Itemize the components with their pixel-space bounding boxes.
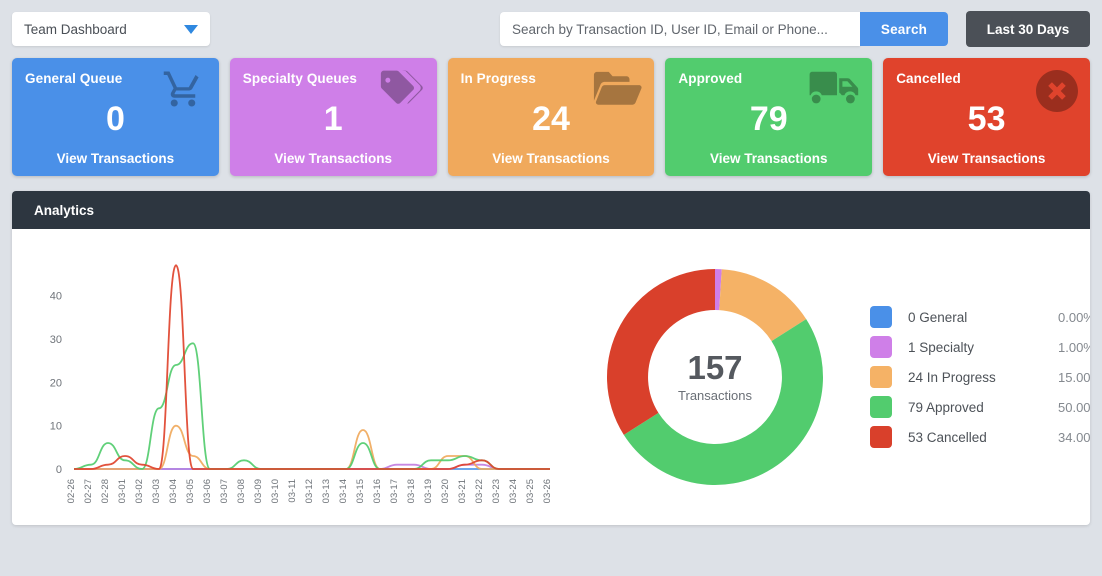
analytics-panel: Analytics 0 10 20 30 40 02-26 02-27 02-28 03-01 0… — [12, 191, 1090, 525]
svg-text:03-02: 03-02 — [134, 479, 145, 503]
line-chart: 0 10 20 30 40 02-26 02-27 02-28 03-01 03-02 03-03 0… — [12, 229, 572, 525]
legend-percent: 0.00% — [1058, 309, 1090, 325]
svg-text:03-26: 03-26 — [542, 479, 553, 503]
legend-percent: 34.00% — [1058, 429, 1090, 445]
legend-swatch — [870, 396, 892, 418]
legend-row[interactable]: 0 General 0.00% — [870, 302, 1090, 332]
svg-text:03-13: 03-13 — [321, 479, 332, 503]
legend-row[interactable]: 24 In Progress 15.00% — [870, 362, 1090, 392]
svg-text:03-04: 03-04 — [168, 479, 179, 503]
analytics-title: Analytics — [34, 202, 95, 218]
card-value: 53 — [967, 100, 1006, 138]
svg-text:03-12: 03-12 — [304, 479, 315, 503]
donut-chart: 157 Transactions — [600, 262, 830, 492]
svg-text:03-07: 03-07 — [219, 479, 230, 503]
legend-swatch — [870, 426, 892, 448]
view-transactions-link[interactable]: View Transactions — [12, 151, 219, 166]
svg-text:03-17: 03-17 — [389, 479, 400, 503]
view-transactions-link[interactable]: View Transactions — [230, 151, 437, 166]
svg-text:0: 0 — [56, 464, 62, 476]
stat-card-in-progress[interactable]: In Progress 24 View Transactions — [447, 58, 655, 176]
view-transactions-link[interactable]: View Transactions — [665, 151, 872, 166]
card-title: Cancelled — [896, 71, 961, 86]
svg-text:10: 10 — [50, 421, 62, 433]
card-title: General Queue — [25, 71, 123, 86]
svg-text:03-20: 03-20 — [440, 479, 451, 503]
view-transactions-link[interactable]: View Transactions — [448, 151, 655, 166]
card-value: 79 — [749, 100, 788, 138]
svg-text:02-27: 02-27 — [83, 479, 94, 503]
search-group: Search — [500, 12, 948, 46]
svg-text:03-06: 03-06 — [202, 479, 213, 503]
card-value: 1 — [323, 100, 343, 138]
svg-text:03-16: 03-16 — [372, 479, 383, 503]
team-dashboard-dropdown[interactable]: Team Dashboard — [12, 12, 210, 46]
svg-text:03-11: 03-11 — [287, 479, 298, 503]
chevron-down-icon — [184, 24, 198, 34]
legend-swatch — [870, 336, 892, 358]
legend-label: 53 Cancelled — [908, 429, 987, 445]
legend-swatch — [870, 306, 892, 328]
legend-percent: 15.00% — [1058, 369, 1090, 385]
svg-text:40: 40 — [50, 291, 62, 303]
legend-label: 1 Specialty — [908, 339, 975, 355]
stat-card-general-queue[interactable]: General Queue 0 View Transactions — [12, 58, 219, 176]
svg-text:03-03: 03-03 — [151, 479, 162, 503]
stat-card-specialty-queues[interactable]: Specialty Queues 1 View Transactions — [229, 58, 437, 176]
legend-label: 24 In Progress — [908, 369, 996, 385]
legend-row[interactable]: 79 Approved 50.00% — [870, 392, 1090, 422]
donut-center-text: 157 Transactions — [600, 351, 830, 403]
card-title: Specialty Queues — [242, 71, 357, 86]
legend-row[interactable]: 53 Cancelled 34.00% — [870, 422, 1090, 452]
view-transactions-link[interactable]: View Transactions — [883, 151, 1090, 166]
svg-text:03-22: 03-22 — [474, 479, 485, 503]
card-title: Approved — [678, 71, 743, 86]
svg-text:03-15: 03-15 — [355, 479, 366, 503]
legend-swatch — [870, 366, 892, 388]
legend-row[interactable]: 1 Specialty 1.00% — [870, 332, 1090, 362]
dashboard-page: Team Dashboard Search Last 30 Days Gener… — [0, 0, 1102, 576]
analytics-panel-header: Analytics — [12, 191, 1090, 229]
line-series-approved — [73, 342, 550, 470]
date-range-button[interactable]: Last 30 Days — [966, 11, 1090, 47]
line-series-cancelled — [74, 264, 550, 470]
donut-legend: 0 General 0.00% 1 Specialty 1.00% 24 In Prog… — [870, 302, 1090, 452]
legend-label: 79 Approved — [908, 399, 984, 415]
svg-text:03-19: 03-19 — [423, 479, 434, 503]
search-button[interactable]: Search — [860, 12, 948, 46]
analytics-panel-body: 0 10 20 30 40 02-26 02-27 02-28 03-01 03-02 03-03 0… — [12, 229, 1090, 525]
donut-total-value: 157 — [687, 349, 743, 387]
stat-card-cancelled[interactable]: Cancelled 53 View Transactions — [883, 58, 1090, 176]
line-chart-svg: 0 10 20 30 40 02-26 02-27 02-28 03-01 03-02 03-03 0… — [50, 264, 553, 503]
svg-text:03-08: 03-08 — [236, 479, 247, 503]
legend-percent: 1.00% — [1058, 339, 1090, 355]
dropdown-selected-value: Team Dashboard — [24, 21, 127, 37]
svg-text:02-26: 02-26 — [66, 479, 77, 503]
search-input[interactable] — [500, 12, 860, 46]
legend-percent: 50.00% — [1058, 399, 1090, 415]
donut-chart-area: 157 Transactions 0 General 0.00% 1 Special… — [572, 229, 1090, 525]
svg-text:03-01: 03-01 — [117, 479, 128, 503]
card-title: In Progress — [460, 71, 536, 86]
svg-text:03-10: 03-10 — [270, 479, 281, 503]
stat-card-approved[interactable]: Approved 79 View Transactions — [665, 58, 873, 176]
svg-text:03-05: 03-05 — [185, 479, 196, 503]
top-bar: Team Dashboard Search Last 30 Days — [8, 0, 1094, 58]
svg-text:03-23: 03-23 — [491, 479, 502, 503]
stat-card-row: General Queue 0 View Transactions Specia… — [8, 58, 1094, 176]
svg-text:02-28: 02-28 — [100, 479, 111, 503]
legend-label: 0 General — [908, 309, 968, 325]
card-value: 0 — [105, 100, 125, 138]
svg-text:03-21: 03-21 — [457, 479, 468, 503]
card-value: 24 — [532, 100, 570, 138]
svg-text:30: 30 — [50, 334, 62, 346]
svg-text:03-24: 03-24 — [508, 479, 519, 503]
svg-text:03-25: 03-25 — [525, 479, 536, 503]
donut-total-label: Transactions — [678, 387, 752, 403]
svg-text:03-09: 03-09 — [253, 479, 264, 503]
svg-text:20: 20 — [50, 377, 62, 389]
svg-text:03-14: 03-14 — [338, 479, 349, 503]
svg-text:03-18: 03-18 — [406, 479, 417, 503]
